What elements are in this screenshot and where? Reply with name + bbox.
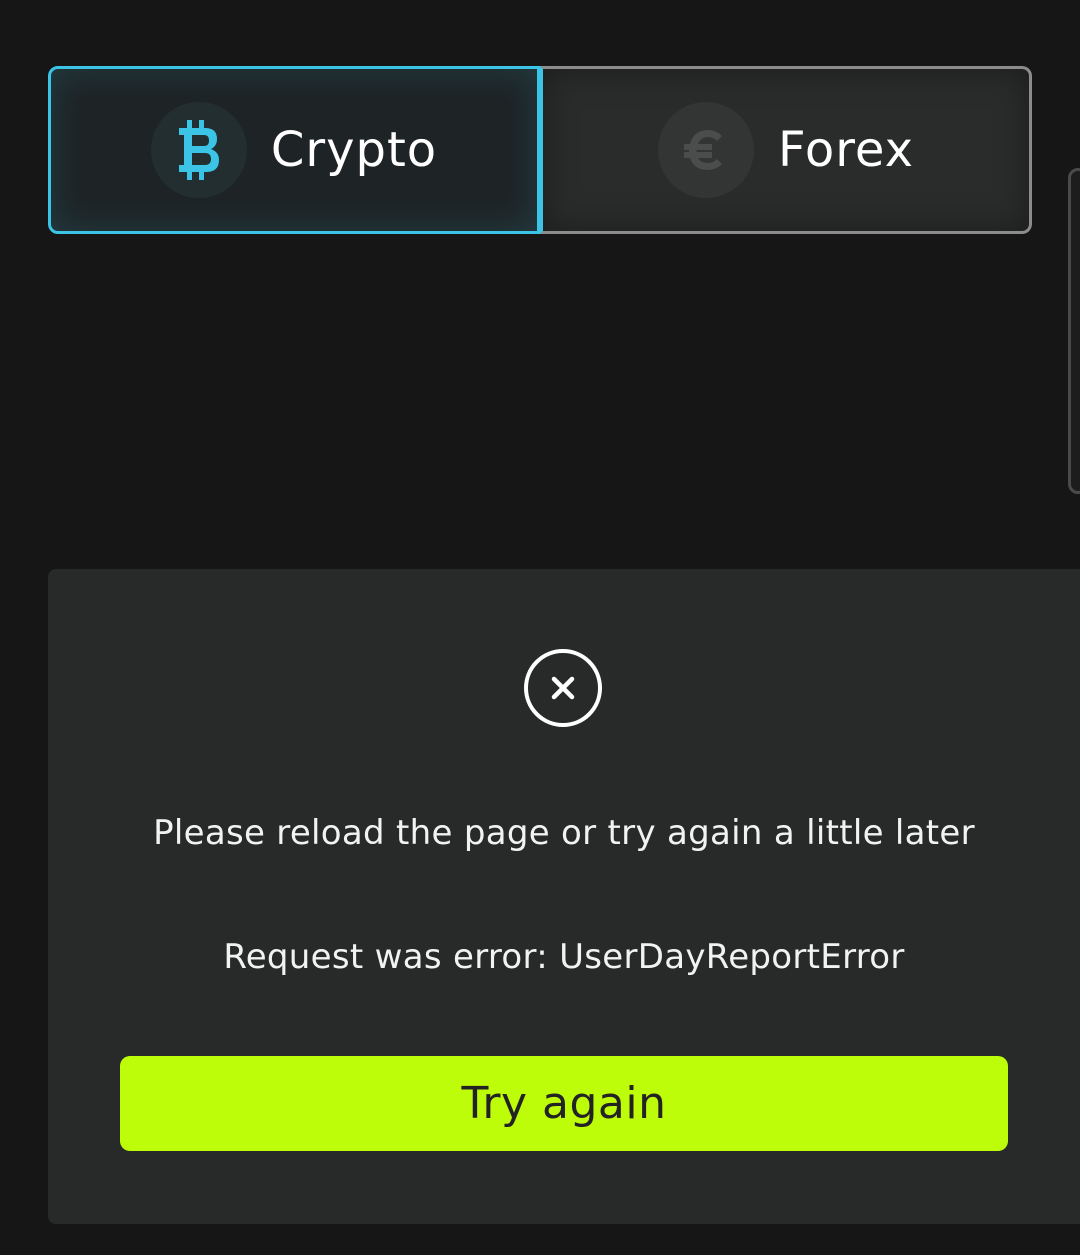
error-panel: Please reload the page or try again a li… xyxy=(48,569,1080,1224)
tab-forex-label: Forex xyxy=(777,122,915,178)
page: Crypto Forex Please reload the page or t… xyxy=(0,0,1080,1255)
error-message: Please reload the page or try again a li… xyxy=(153,813,975,853)
market-type-switch: Crypto Forex xyxy=(48,66,1032,234)
tab-crypto-label: Crypto xyxy=(270,122,438,178)
tab-forex[interactable]: Forex xyxy=(540,66,1032,234)
euro-icon xyxy=(657,102,754,198)
error-detail: Request was error: UserDayReportError xyxy=(223,937,905,977)
tab-crypto[interactable]: Crypto xyxy=(48,66,540,234)
bitcoin-icon xyxy=(150,102,247,198)
try-again-button[interactable]: Try again xyxy=(120,1056,1008,1151)
scroll-handle[interactable] xyxy=(1068,168,1080,494)
close-circle-icon xyxy=(524,649,602,727)
